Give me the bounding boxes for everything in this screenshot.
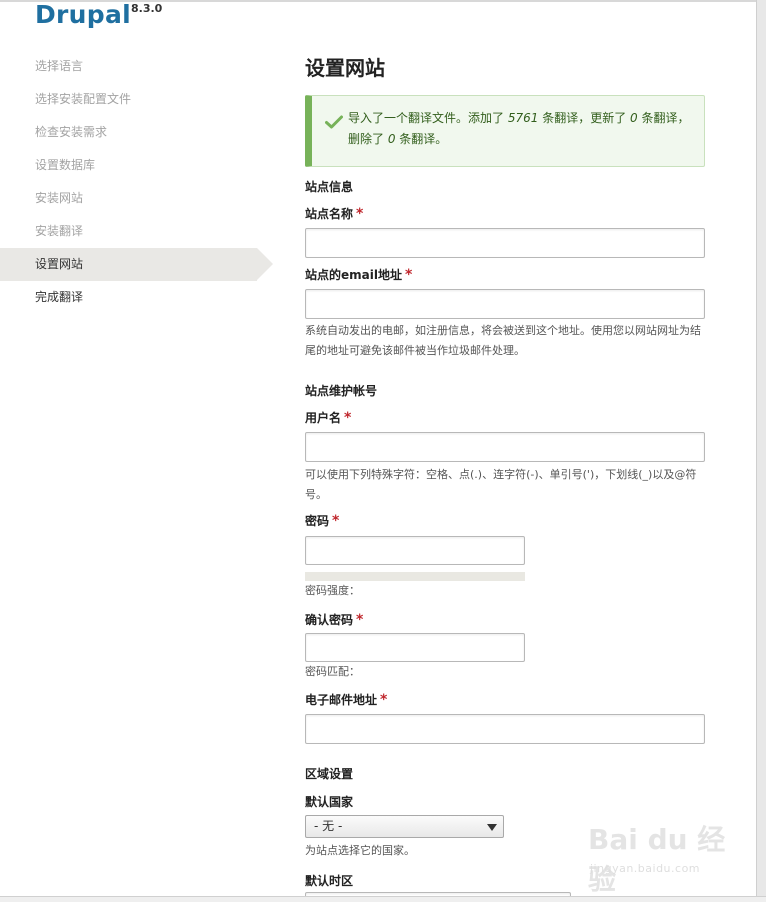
step-install-site: 安装网站 [35,191,84,205]
password-strength-text: 密码强度： [305,584,360,597]
page-title: 设置网站 [305,56,385,80]
status-message-text: 导入了一个翻译文件。添加了 5761 条翻译，更新了 0 条翻译，删除了 0 条… [348,111,690,146]
site-email-label: 站点的email地址 * [305,267,413,283]
added-count: 5761 [507,111,539,125]
step-setup-database: 设置数据库 [35,158,96,172]
brand-name: Drupal [35,0,132,29]
username-input[interactable] [305,432,705,462]
status-message: 导入了一个翻译文件。添加了 5761 条翻译，更新了 0 条翻译，删除了 0 条… [305,95,705,167]
site-name-input[interactable] [305,228,705,258]
required-marker: * [344,410,352,426]
chevron-down-icon [487,824,497,831]
default-timezone-label: 默认时区 [305,874,354,888]
default-country-select[interactable]: - 无 - [305,815,504,838]
required-marker: * [356,612,364,628]
drupal-logo: Drupal 8.3.0 [35,0,162,29]
required-marker: * [380,692,388,708]
confirm-password-input[interactable] [305,633,525,662]
password-match-text: 密码匹配： [305,665,360,678]
site-email-input[interactable] [305,289,705,319]
brand-version: 8.3.0 [131,2,163,15]
username-description: 可以使用下列特殊字符：空格、点(.)、连字符(-)、单引号(')，下划线(_)以… [305,468,697,501]
baidu-logo: Bai du 经验 [588,823,726,896]
password-label: 密码 * [305,513,340,529]
step-verify-requirements: 检查安装需求 [35,125,108,139]
baidu-url: jingyan.baidu.com [590,862,701,875]
account-heading: 站点维护帐号 [305,384,378,398]
default-country-value: - 无 - [314,819,343,833]
confirm-password-label: 确认密码 * [305,612,364,628]
check-icon [325,115,343,129]
window-scrollbar[interactable] [756,0,766,902]
site-info-heading: 站点信息 [305,180,354,194]
required-marker: * [332,513,340,529]
step-finish-translations: 完成翻译 [35,290,84,304]
updated-count: 0 [630,111,638,125]
site-email-description: 系统自动发出的电邮，如注册信息，将会被送到这个地址。使用您以网站网址为结尾的地址… [305,324,701,357]
account-email-input[interactable] [305,714,705,744]
window-bottom-edge [0,896,766,902]
install-steps: 选择语言 选择安装配置文件 检查安装需求 设置数据库 安装网站 安装翻译 设置网… [0,50,273,314]
step-choose-language: 选择语言 [35,59,84,73]
default-country-label: 默认国家 [305,795,354,809]
step-install-translations: 安装翻译 [35,224,84,238]
account-email-label: 电子邮件地址 * [305,692,388,708]
step-configure-site: 设置网站 [0,248,273,281]
required-marker: * [356,206,364,222]
password-input[interactable] [305,536,525,565]
required-marker: * [404,267,413,283]
baidu-watermark: Bai du 经验 jingyan.baidu.com [588,818,738,896]
regional-heading: 区域设置 [305,767,354,781]
step-choose-profile: 选择安装配置文件 [35,92,132,106]
username-label: 用户名 * [305,410,352,426]
password-strength-bar [305,572,525,581]
site-name-label: 站点名称 * [305,206,364,222]
main-content: 设置网站 导入了一个翻译文件。添加了 5761 条翻译，更新了 0 条翻译，删除… [305,50,705,902]
